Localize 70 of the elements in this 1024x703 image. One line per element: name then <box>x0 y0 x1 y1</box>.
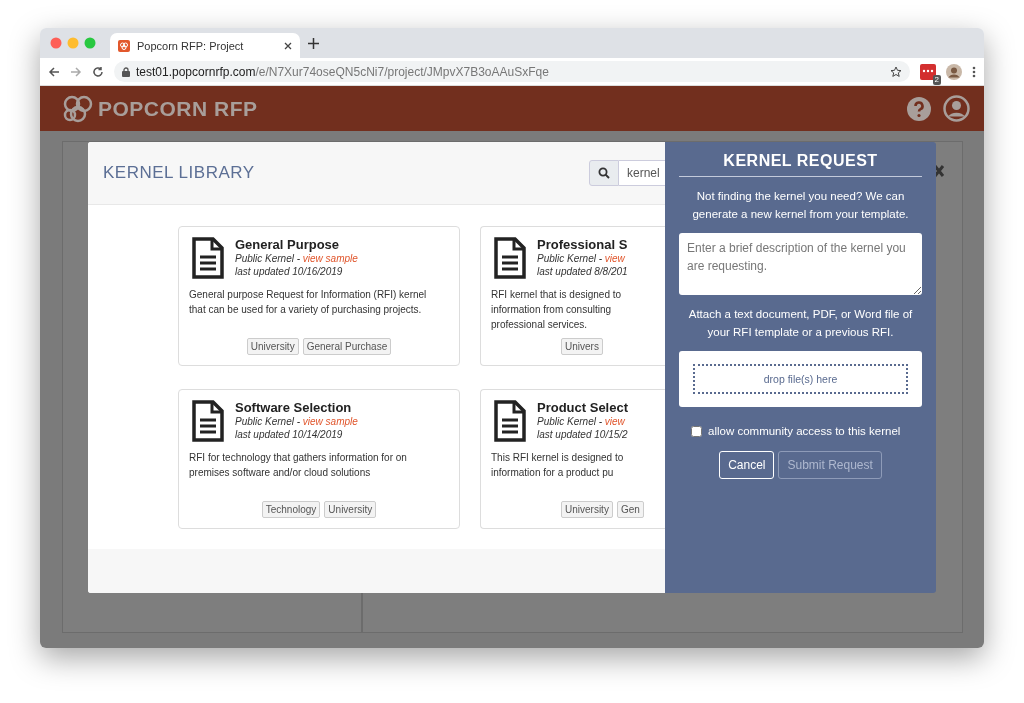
tab-title: Popcorn RFP: Project <box>137 39 245 52</box>
modal-title: KERNEL LIBRARY <box>103 163 256 183</box>
view-sample-link[interactable]: view <box>604 253 625 264</box>
document-icon <box>493 400 527 442</box>
kernel-description-line: RFI kernel that is designed to <box>491 288 623 302</box>
kernel-visibility: Public Kernel - view sample <box>235 252 358 265</box>
checkbox-label: allow community access to this kernel <box>708 425 901 437</box>
kernel-tag[interactable]: Gen <box>616 501 644 518</box>
popcorn-favicon-icon <box>118 39 130 52</box>
kernel-visibility: Public Kernel - view <box>537 252 626 265</box>
kernel-description-line: RFI for technology that gathers information for on <box>189 451 408 465</box>
back-arrow-icon[interactable] <box>48 65 60 78</box>
menu-icon[interactable] <box>972 65 976 78</box>
kernel-tag[interactable]: University <box>561 501 613 518</box>
file-drop-zone[interactable]: drop file(s) here <box>693 364 908 394</box>
kernel-card[interactable]: Professional S Public Kernel - view last updated 8/8/201 RFI kernel that is designed to information from consulting professional services. Univers <box>480 226 665 366</box>
document-icon <box>191 237 225 279</box>
url-text: test01.popcornrfp.com/e/N7Xur74oseQN5cNi7/project/JMpvX7B3oAAuSxFqe <box>136 64 550 79</box>
kernel-tag[interactable]: University <box>324 501 377 518</box>
attach-text: Attach a text document, PDF, or Word file of your RFI template or a previous RFI. <box>687 307 914 340</box>
kernel-tag[interactable]: Univers <box>561 338 603 355</box>
kernel-card[interactable]: Product Select Public Kernel - view last updated 10/15/2 This RFI kernel is designed to information for a product pu University Gen <box>480 389 665 529</box>
kernel-updated: last updated 10/15/2 <box>537 428 629 441</box>
description-field[interactable]: Enter a brief description of the kernel you are requesting. <box>679 233 922 295</box>
kernel-description-line: This RFI kernel is designed to <box>491 451 625 465</box>
kernel-description-line: information from consulting <box>491 303 613 317</box>
view-sample-link[interactable]: view <box>604 416 625 427</box>
popcorn-logo-icon <box>62 93 94 124</box>
lock-icon <box>122 66 130 77</box>
cancel-button[interactable]: Cancel <box>719 451 775 479</box>
extension-icon[interactable] <box>920 63 936 80</box>
document-icon <box>191 400 225 442</box>
panel-title: KERNEL REQUEST <box>679 152 922 177</box>
intro-text: Not finding the kernel you need? We can generate a new kernel from your template. <box>691 189 910 222</box>
help-icon[interactable] <box>907 96 931 121</box>
new-tab-icon[interactable] <box>308 37 319 49</box>
kernel-title: Software Selection <box>235 400 353 415</box>
kernel-updated: last updated 10/14/2019 <box>235 428 344 441</box>
kernel-description-line: information for a product pu <box>491 466 615 480</box>
kernel-updated: last updated 8/8/201 <box>537 265 628 278</box>
community-checkbox[interactable] <box>691 425 702 437</box>
reload-icon[interactable] <box>92 65 104 78</box>
app-logo[interactable]: POPCORN RFP <box>98 96 258 121</box>
kernel-title: Professional S <box>537 237 628 252</box>
kernel-updated: last updated 10/16/2019 <box>235 265 344 278</box>
kernel-tag[interactable]: Technology <box>261 501 321 518</box>
kernel-title: Product Select <box>537 400 629 415</box>
extension-badge: 2 <box>932 74 941 85</box>
kernel-description-line: premises software and/or cloud solutions <box>189 466 372 480</box>
search-field[interactable]: kernel <box>619 160 665 186</box>
kernel-visibility: Public Kernel - view sample <box>235 415 358 428</box>
user-icon[interactable] <box>943 95 970 122</box>
view-sample-link[interactable]: view sample <box>302 253 358 264</box>
address-bar[interactable]: test01.popcornrfp.com/e/N7Xur74oseQN5cNi7/project/JMpvX7B3oAAuSxFqe <box>114 61 910 82</box>
browser-tab[interactable]: Popcorn RFP: Project <box>110 33 300 58</box>
kernel-title: General Purpose <box>235 237 341 252</box>
kernel-card[interactable]: Software Selection Public Kernel - view sample last updated 10/14/2019 RFI for technology that gathers information for on premises software and/or cloud solutions Technology University <box>178 389 460 529</box>
kernel-description-line: professional services. <box>491 318 589 332</box>
kernel-tag[interactable]: General Purchase <box>302 338 392 355</box>
star-icon[interactable] <box>890 65 902 78</box>
kernel-card[interactable] <box>178 226 460 366</box>
document-icon <box>493 237 527 279</box>
kernel-description-line: that can be used for a variety of purchasing projects. <box>189 303 423 317</box>
search-icon <box>598 167 610 179</box>
kernel-tag[interactable]: University <box>246 338 299 355</box>
kernel-description-line: General purpose Request for Information (RFI) kernel <box>189 288 428 302</box>
avatar-icon[interactable] <box>946 63 962 80</box>
close-icon[interactable] <box>284 41 292 50</box>
view-sample-link[interactable]: view sample <box>302 416 358 427</box>
kernel-visibility: Public Kernel - view <box>537 415 626 428</box>
